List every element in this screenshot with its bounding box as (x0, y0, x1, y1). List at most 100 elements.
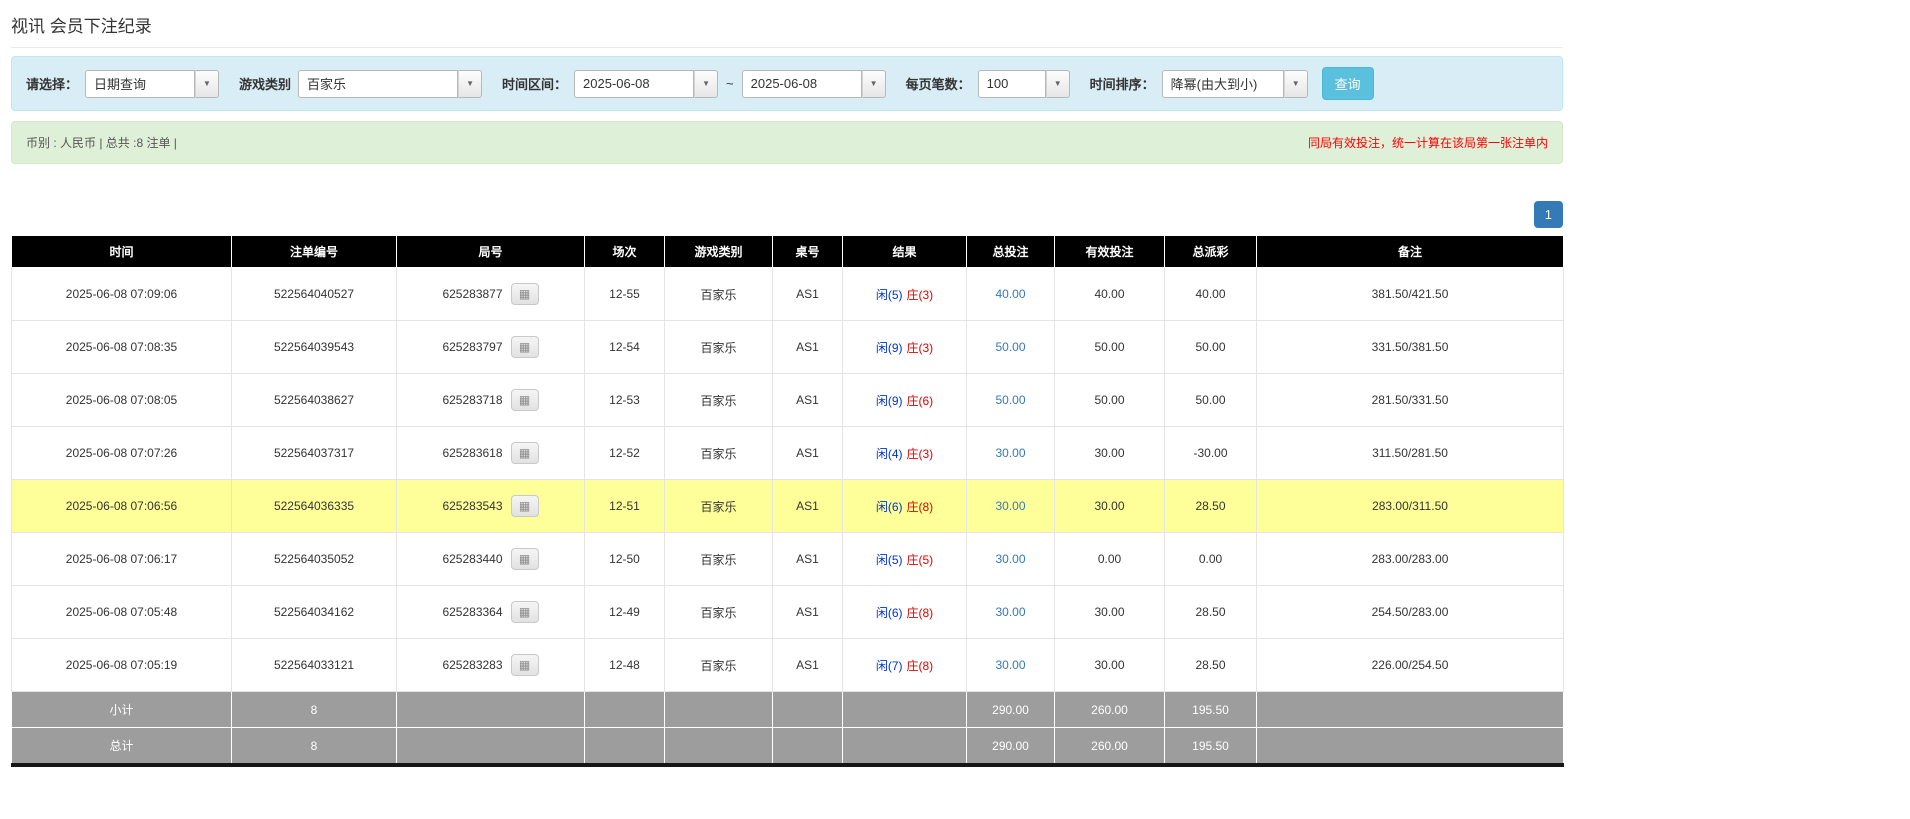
cell-round: 625283877 ▦ (397, 268, 585, 321)
cell-game-type: 百家乐 (665, 480, 773, 533)
date-from-dropdown-button[interactable]: ▼ (694, 70, 718, 98)
total-bet-link[interactable]: 40.00 (995, 287, 1025, 301)
sort-order-label: 时间排序： (1090, 74, 1155, 93)
cell-table-no: AS1 (773, 374, 843, 427)
subtotal-total-bet: 290.00 (967, 692, 1055, 728)
page-size-combobox: ▼ (978, 70, 1070, 98)
select-type-dropdown-button[interactable]: ▼ (195, 70, 219, 98)
page-title: 视讯 会员下注纪录 (11, 10, 1563, 48)
result-player: 闲(7) (876, 659, 903, 673)
filter-bar: 请选择： ▼ 游戏类别 ▼ 时间区间： ▼ ~ ▼ 每页笔数： ▼ 时间排序： … (11, 56, 1563, 111)
chevron-down-icon: ▼ (466, 79, 474, 88)
cell-round: 625283543 ▦ (397, 480, 585, 533)
table-body: 2025-06-08 07:09:06 522564040527 6252838… (12, 268, 1564, 692)
total-bet-link[interactable]: 50.00 (995, 393, 1025, 407)
roadmap-icon: ▦ (519, 606, 530, 618)
roadmap-icon: ▦ (519, 288, 530, 300)
chevron-down-icon: ▼ (203, 79, 211, 88)
cell-total-bet: 50.00 (967, 321, 1055, 374)
sort-order-dropdown-button[interactable]: ▼ (1284, 70, 1308, 98)
date-from-combobox: ▼ (574, 70, 718, 98)
header-row: 时间 注单编号 局号 场次 游戏类别 桌号 结果 总投注 有效投注 总派彩 备注 (12, 236, 1564, 268)
cell-total-bet: 30.00 (967, 480, 1055, 533)
total-bet-link[interactable]: 30.00 (995, 552, 1025, 566)
result-banker: 庄(3) (907, 447, 934, 461)
cell-bet-id: 522564035052 (232, 533, 397, 586)
page-button-1[interactable]: 1 (1534, 201, 1563, 228)
date-range-separator: ~ (726, 76, 734, 91)
roadmap-button[interactable]: ▦ (511, 495, 539, 517)
cell-bet-id: 522564036335 (232, 480, 397, 533)
cell-payout: 0.00 (1165, 533, 1257, 586)
summary-bar: 币别 : 人民币 | 总共 :8 注单 | 同局有效投注，统一计算在该局第一张注… (11, 121, 1563, 164)
date-to-dropdown-button[interactable]: ▼ (862, 70, 886, 98)
total-bet-link[interactable]: 30.00 (995, 499, 1025, 513)
subtotal-empty (665, 692, 773, 728)
cell-session: 12-53 (585, 374, 665, 427)
roadmap-button[interactable]: ▦ (511, 548, 539, 570)
table-row: 2025-06-08 07:06:56 522564036335 6252835… (12, 480, 1564, 533)
subtotal-empty (585, 692, 665, 728)
total-bet-link[interactable]: 30.00 (995, 658, 1025, 672)
table-row: 2025-06-08 07:06:17 522564035052 6252834… (12, 533, 1564, 586)
sort-order-input[interactable] (1162, 70, 1284, 98)
cell-time: 2025-06-08 07:07:26 (12, 427, 232, 480)
cell-valid-bet: 30.00 (1055, 427, 1165, 480)
subtotal-label: 小计 (12, 692, 232, 728)
cell-game-type: 百家乐 (665, 374, 773, 427)
roadmap-button[interactable]: ▦ (511, 283, 539, 305)
cell-note: 381.50/421.50 (1257, 268, 1564, 321)
subtotal-empty (843, 692, 967, 728)
subtotal-empty (397, 692, 585, 728)
cell-session: 12-50 (585, 533, 665, 586)
cell-valid-bet: 30.00 (1055, 586, 1165, 639)
col-header-valid-bet: 有效投注 (1055, 236, 1165, 268)
cell-note: 281.50/331.50 (1257, 374, 1564, 427)
cell-session: 12-49 (585, 586, 665, 639)
game-type-dropdown-button[interactable]: ▼ (458, 70, 482, 98)
cell-table-no: AS1 (773, 268, 843, 321)
subtotal-empty (1257, 692, 1564, 728)
page-size-dropdown-button[interactable]: ▼ (1046, 70, 1070, 98)
roadmap-button[interactable]: ▦ (511, 389, 539, 411)
cell-bet-id: 522564040527 (232, 268, 397, 321)
date-from-input[interactable] (574, 70, 694, 98)
result-player: 闲(5) (876, 288, 903, 302)
table-header: 时间 注单编号 局号 场次 游戏类别 桌号 结果 总投注 有效投注 总派彩 备注 (12, 236, 1564, 268)
cell-payout: -30.00 (1165, 427, 1257, 480)
table-row: 2025-06-08 07:08:05 522564038627 6252837… (12, 374, 1564, 427)
table-row: 2025-06-08 07:05:48 522564034162 6252833… (12, 586, 1564, 639)
roadmap-icon: ▦ (519, 394, 530, 406)
table-row: 2025-06-08 07:08:35 522564039543 6252837… (12, 321, 1564, 374)
cell-valid-bet: 50.00 (1055, 374, 1165, 427)
cell-result: 闲(6)庄(8) (843, 586, 967, 639)
select-type-input[interactable] (85, 70, 195, 98)
round-number: 625283797 (442, 340, 502, 354)
roadmap-button[interactable]: ▦ (511, 442, 539, 464)
result-banker: 庄(8) (907, 606, 934, 620)
cell-valid-bet: 30.00 (1055, 639, 1165, 692)
total-empty (773, 728, 843, 766)
search-button[interactable]: 查询 (1322, 67, 1374, 100)
page-size-input[interactable] (978, 70, 1046, 98)
total-bet-link[interactable]: 30.00 (995, 446, 1025, 460)
result-player: 闲(4) (876, 447, 903, 461)
roadmap-button[interactable]: ▦ (511, 336, 539, 358)
col-header-bet-id: 注单编号 (232, 236, 397, 268)
result-player: 闲(5) (876, 553, 903, 567)
cell-time: 2025-06-08 07:05:48 (12, 586, 232, 639)
cell-table-no: AS1 (773, 586, 843, 639)
roadmap-button[interactable]: ▦ (511, 654, 539, 676)
roadmap-icon: ▦ (519, 500, 530, 512)
cell-time: 2025-06-08 07:05:19 (12, 639, 232, 692)
cell-total-bet: 30.00 (967, 639, 1055, 692)
game-type-input[interactable] (298, 70, 458, 98)
date-to-input[interactable] (742, 70, 862, 98)
cell-session: 12-54 (585, 321, 665, 374)
roadmap-button[interactable]: ▦ (511, 601, 539, 623)
cell-table-no: AS1 (773, 427, 843, 480)
subtotal-row: 小计 8 290.00 260.00 195.50 (12, 692, 1564, 728)
total-bet-link[interactable]: 50.00 (995, 340, 1025, 354)
roadmap-icon: ▦ (519, 341, 530, 353)
total-bet-link[interactable]: 30.00 (995, 605, 1025, 619)
